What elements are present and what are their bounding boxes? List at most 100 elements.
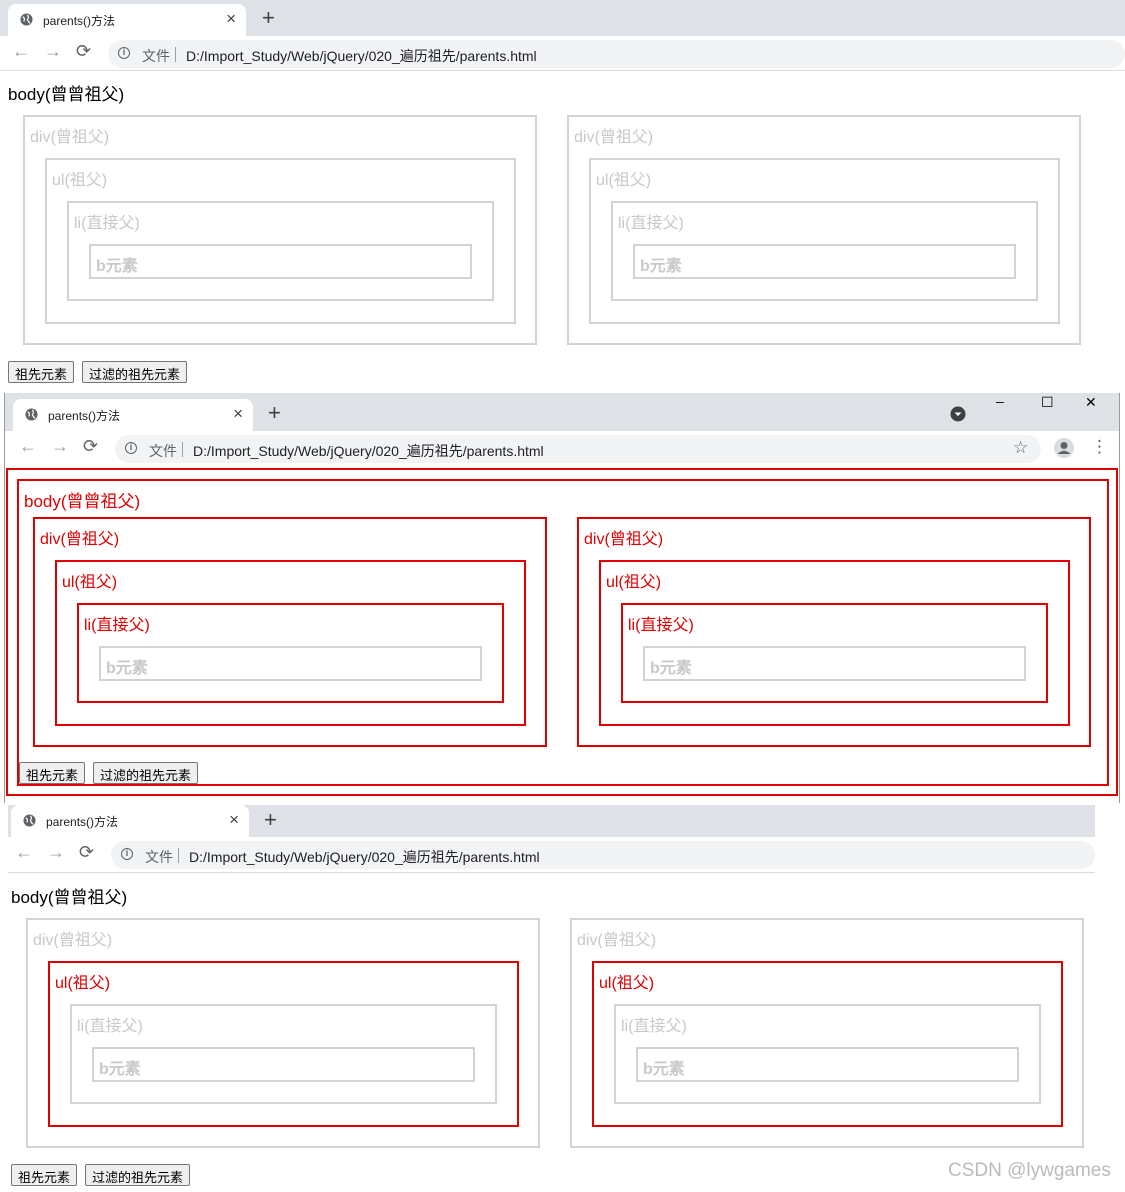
forward-icon[interactable]: → bbox=[44, 41, 62, 62]
url-text[interactable]: D:/Import_Study/Web/jQuery/020_遍历祖先/pare… bbox=[193, 441, 544, 461]
b-element-label: b元素 bbox=[640, 258, 682, 275]
address-bar[interactable]: i 文件 D:/Import_Study/Web/jQuery/020_遍历祖先… bbox=[115, 435, 1041, 463]
ancestors-button[interactable]: 祖先元素 bbox=[8, 361, 75, 383]
browser-tab[interactable]: parents()方法 × bbox=[8, 4, 246, 36]
li-label: li(直接父) bbox=[77, 1018, 143, 1035]
globe-icon bbox=[20, 13, 33, 26]
ul-box: ul(祖父) li(直接父) b元素 bbox=[589, 158, 1060, 324]
divider bbox=[175, 47, 176, 62]
globe-icon bbox=[25, 408, 38, 421]
forward-icon[interactable]: → bbox=[47, 842, 65, 863]
b-element-box: b元素 bbox=[633, 244, 1016, 279]
info-icon[interactable]: i bbox=[125, 442, 137, 454]
url-text[interactable]: D:/Import_Study/Web/jQuery/020_遍历祖先/pare… bbox=[186, 46, 537, 66]
browser-tab[interactable]: parents()方法 × bbox=[11, 805, 249, 837]
back-icon[interactable]: ← bbox=[12, 41, 30, 62]
ul-label: ul(祖父) bbox=[606, 574, 662, 591]
div-box: div(曾祖父) ul(祖父) li(直接父) b元素 bbox=[567, 115, 1081, 345]
divider bbox=[0, 70, 1125, 71]
li-label: li(直接父) bbox=[621, 1018, 687, 1035]
div-box: div(曾祖父) ul(祖父) li(直接父) b元素 bbox=[33, 517, 547, 747]
filtered-ancestors-button[interactable]: 过滤的祖先元素 bbox=[93, 762, 199, 784]
b-element-label: b元素 bbox=[643, 1061, 685, 1078]
li-box: li(直接父) b元素 bbox=[67, 201, 494, 301]
div-label: div(曾祖父) bbox=[584, 531, 664, 548]
ul-box: ul(祖父) li(直接父) b元素 bbox=[48, 961, 519, 1127]
body-box: body(曾曾祖父) div(曾祖父) ul(祖父) li(直接父) b元素 d… bbox=[17, 479, 1109, 786]
new-tab-button[interactable]: + bbox=[264, 807, 277, 833]
tab-search-icon[interactable] bbox=[950, 406, 966, 422]
bookmark-star-icon[interactable]: ☆ bbox=[1013, 438, 1028, 458]
ancestors-button[interactable]: 祖先元素 bbox=[19, 762, 86, 784]
tab-close-icon[interactable]: × bbox=[229, 810, 239, 830]
b-element-label: b元素 bbox=[96, 258, 138, 275]
div-label: div(曾祖父) bbox=[40, 531, 120, 548]
b-element-box: b元素 bbox=[99, 646, 482, 681]
filtered-ancestors-button[interactable]: 过滤的祖先元素 bbox=[82, 361, 188, 383]
back-icon[interactable]: ← bbox=[19, 436, 37, 457]
ul-box: ul(祖父) li(直接父) b元素 bbox=[599, 560, 1070, 726]
div-box: div(曾祖父) ul(祖父) li(直接父) b元素 bbox=[577, 517, 1091, 747]
forward-icon[interactable]: → bbox=[51, 436, 69, 457]
li-label: li(直接父) bbox=[74, 215, 140, 232]
body-label: body(曾曾祖父) bbox=[24, 492, 141, 511]
reload-icon[interactable]: ⟳ bbox=[76, 41, 91, 62]
reload-icon[interactable]: ⟳ bbox=[83, 436, 98, 457]
screenshot-all-ancestors: parents()方法 × + – ☐ ✕ ← → ⟳ i 文件 D:/Impo… bbox=[4, 393, 1120, 803]
menu-icon[interactable]: ⋮ bbox=[1091, 437, 1108, 457]
maximize-icon[interactable]: ☐ bbox=[1041, 394, 1054, 411]
li-box: li(直接父) b元素 bbox=[70, 1004, 497, 1104]
divider bbox=[178, 848, 179, 863]
toolbar: ← → ⟳ i 文件 D:/Import_Study/Web/jQuery/02… bbox=[8, 837, 1095, 871]
tab-strip: parents()方法 × + – ☐ ✕ bbox=[5, 393, 1119, 431]
body-label: body(曾曾祖父) bbox=[11, 888, 128, 907]
divider bbox=[8, 872, 1095, 873]
new-tab-button[interactable]: + bbox=[268, 400, 281, 426]
info-icon[interactable]: i bbox=[118, 47, 130, 59]
profile-avatar-icon[interactable] bbox=[1054, 438, 1074, 458]
file-label: 文件 bbox=[142, 48, 170, 64]
b-element-label: b元素 bbox=[106, 660, 148, 677]
div-box: div(曾祖父) ul(祖父) li(直接父) b元素 bbox=[570, 918, 1084, 1148]
divider bbox=[182, 442, 183, 457]
address-bar[interactable]: i 文件 D:/Import_Study/Web/jQuery/020_遍历祖先… bbox=[108, 40, 1125, 68]
ancestors-button[interactable]: 祖先元素 bbox=[11, 1164, 78, 1186]
back-icon[interactable]: ← bbox=[15, 842, 33, 863]
b-element-box: b元素 bbox=[643, 646, 1026, 681]
tab-close-icon[interactable]: × bbox=[226, 9, 236, 29]
b-element-box: b元素 bbox=[89, 244, 472, 279]
toolbar: ← → ⟳ i 文件 D:/Import_Study/Web/jQuery/02… bbox=[0, 36, 1125, 70]
div-label: div(曾祖父) bbox=[33, 932, 113, 949]
info-icon[interactable]: i bbox=[121, 848, 133, 860]
ul-label: ul(祖父) bbox=[55, 975, 111, 992]
window-close-icon[interactable]: ✕ bbox=[1085, 394, 1097, 411]
li-box: li(直接父) b元素 bbox=[614, 1004, 1041, 1104]
ul-box: ul(祖父) li(直接父) b元素 bbox=[45, 158, 516, 324]
screenshot-filtered-ancestors: parents()方法 × + ← → ⟳ i 文件 D:/Import_Stu… bbox=[0, 805, 1125, 1192]
new-tab-button[interactable]: + bbox=[262, 5, 275, 31]
tab-strip: parents()方法 × + bbox=[0, 0, 1125, 36]
tab-title: parents()方法 bbox=[48, 409, 121, 423]
li-label: li(直接父) bbox=[84, 617, 150, 634]
b-element-label: b元素 bbox=[650, 660, 692, 677]
browser-tab[interactable]: parents()方法 × bbox=[13, 399, 253, 431]
div-label: div(曾祖父) bbox=[577, 932, 657, 949]
address-bar[interactable]: i 文件 D:/Import_Study/Web/jQuery/020_遍历祖先… bbox=[111, 841, 1095, 869]
ul-label: ul(祖父) bbox=[596, 172, 652, 189]
ul-label: ul(祖父) bbox=[599, 975, 655, 992]
div-box: div(曾祖父) ul(祖父) li(直接父) b元素 bbox=[23, 115, 537, 345]
url-text[interactable]: D:/Import_Study/Web/jQuery/020_遍历祖先/pare… bbox=[189, 847, 540, 867]
filtered-ancestors-button[interactable]: 过滤的祖先元素 bbox=[85, 1164, 191, 1186]
reload-icon[interactable]: ⟳ bbox=[79, 842, 94, 863]
screenshot-initial: parents()方法 × + ← → ⟳ i 文件 D:/Import_Stu… bbox=[0, 0, 1125, 390]
minimize-icon[interactable]: – bbox=[996, 393, 1004, 409]
b-element-box: b元素 bbox=[92, 1047, 475, 1082]
div-label: div(曾祖父) bbox=[30, 129, 110, 146]
div-label: div(曾祖父) bbox=[574, 129, 654, 146]
ul-label: ul(祖父) bbox=[52, 172, 108, 189]
tab-close-icon[interactable]: × bbox=[233, 404, 243, 424]
li-box: li(直接父) b元素 bbox=[611, 201, 1038, 301]
tab-title: parents()方法 bbox=[46, 815, 119, 829]
file-label: 文件 bbox=[145, 849, 173, 865]
tab-strip: parents()方法 × + bbox=[8, 805, 1095, 837]
